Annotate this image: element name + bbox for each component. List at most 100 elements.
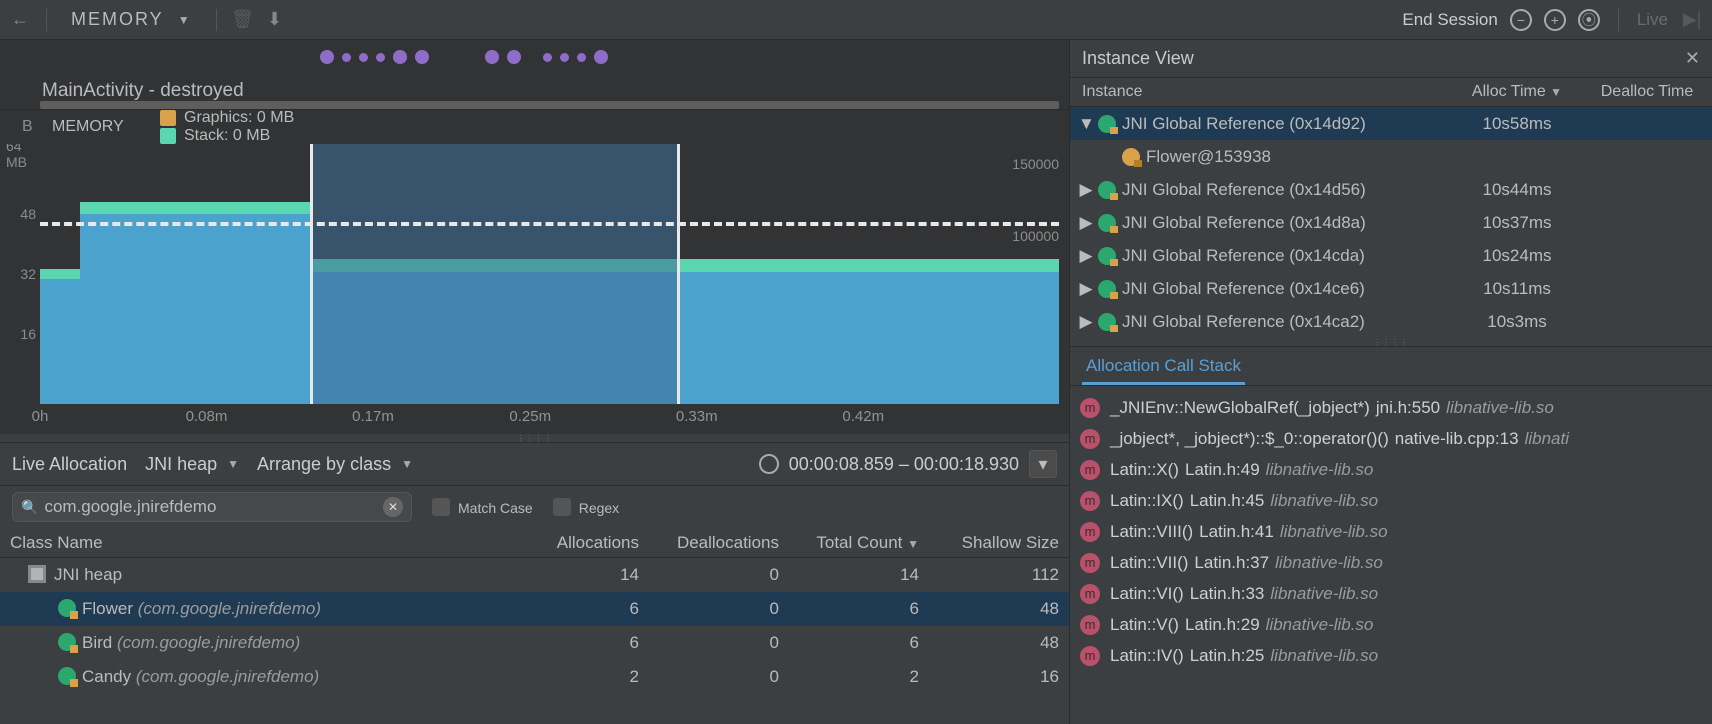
close-panel-button[interactable]: ✕ xyxy=(1685,48,1700,69)
class-icon xyxy=(1098,313,1116,331)
x-tick: 0.08m xyxy=(186,408,228,425)
class-icon xyxy=(1098,115,1116,133)
clock-icon xyxy=(759,454,779,474)
table-row[interactable]: Bird (com.google.jnirefdemo)60648 xyxy=(0,626,1069,660)
table-row[interactable]: Candy (com.google.jnirefdemo)20216 xyxy=(0,660,1069,694)
class-icon xyxy=(1098,280,1116,298)
expand-toggle[interactable]: ▶ xyxy=(1078,246,1094,266)
zoom-in-button[interactable]: + xyxy=(1544,9,1566,31)
regex-checkbox[interactable]: Regex xyxy=(553,498,619,516)
method-icon: m xyxy=(1080,646,1100,666)
sort-desc-icon: ▼ xyxy=(907,537,919,551)
column-alloc-time[interactable]: Alloc Time ▼ xyxy=(1452,83,1582,101)
stack-frame[interactable]: m_JNIEnv::NewGlobalRef(_jobject*)jni.h:5… xyxy=(1070,392,1712,423)
legend-item: Stack: 0 MB xyxy=(160,127,294,145)
column-dealloc-time[interactable]: Dealloc Time xyxy=(1582,83,1712,101)
unit-b-label: B xyxy=(22,118,32,136)
expand-toggle[interactable]: ▶ xyxy=(1078,279,1094,299)
chevron-down-icon: ▼ xyxy=(227,457,239,471)
horizontal-splitter[interactable]: ⋮⋮⋮⋮ xyxy=(1070,338,1712,346)
chevron-down-icon: ▼ xyxy=(401,457,413,471)
reset-zoom-button[interactable]: ⦿ xyxy=(1578,9,1600,31)
stack-frame[interactable]: mLatin::VIII()Latin.h:41libnative-lib.so xyxy=(1070,516,1712,547)
class-icon xyxy=(58,633,76,651)
column-class-name[interactable]: Class Name xyxy=(0,533,509,553)
y-tick-left: 32 xyxy=(20,266,36,282)
stack-frame[interactable]: mLatin::VI()Latin.h:33libnative-lib.so xyxy=(1070,578,1712,609)
instance-row[interactable]: ▶JNI Global Reference (0x14d56)10s44ms xyxy=(1070,173,1712,206)
export-icon[interactable]: ⬇ xyxy=(263,9,287,30)
trash-icon[interactable]: 🗑 xyxy=(231,9,255,30)
clear-search-button[interactable]: ✕ xyxy=(383,497,403,517)
arrange-label: Arrange by class xyxy=(257,454,391,475)
time-range-value: 00:00:08.859 – 00:00:18.930 xyxy=(789,454,1019,475)
column-allocations[interactable]: Allocations xyxy=(509,533,649,553)
method-icon: m xyxy=(1080,522,1100,542)
class-icon xyxy=(58,599,76,617)
timeline-scrollbar[interactable] xyxy=(40,101,1059,109)
x-tick: 0h xyxy=(32,408,49,425)
match-case-checkbox[interactable]: Match Case xyxy=(432,498,533,516)
event-markers xyxy=(320,50,608,64)
objects-dashed-line xyxy=(40,222,1059,226)
x-tick: 0.17m xyxy=(352,408,394,425)
stack-frame[interactable]: mLatin::X()Latin.h:49libnative-lib.so xyxy=(1070,454,1712,485)
stack-frame[interactable]: m_jobject*, _jobject*)::$_0::operator()(… xyxy=(1070,423,1712,454)
folder-icon xyxy=(28,565,46,583)
search-input[interactable]: 🔍 ✕ xyxy=(12,492,412,522)
zoom-out-button[interactable]: − xyxy=(1510,9,1532,31)
column-total-count[interactable]: Total Count ▼ xyxy=(789,533,929,553)
live-label: Live xyxy=(1637,10,1668,30)
back-icon[interactable]: ← xyxy=(8,9,32,30)
filter-button[interactable]: ▾ xyxy=(1029,450,1057,478)
search-field[interactable] xyxy=(44,497,377,517)
stack-frame[interactable]: mLatin::IX()Latin.h:45libnative-lib.so xyxy=(1070,485,1712,516)
table-group-row[interactable]: JNI heap 14 0 14 112 xyxy=(0,558,1069,592)
time-selection[interactable] xyxy=(310,144,680,404)
instance-child-row[interactable]: Flower@153938 xyxy=(1070,140,1712,173)
allocation-mode-label: Live Allocation xyxy=(12,454,127,475)
class-icon xyxy=(58,667,76,685)
y-tick-left: 64 MB xyxy=(6,144,36,170)
table-row[interactable]: Flower (com.google.jnirefdemo)60648 xyxy=(0,592,1069,626)
expand-toggle[interactable]: ▶ xyxy=(1078,180,1094,200)
class-icon xyxy=(1098,214,1116,232)
method-icon: m xyxy=(1080,398,1100,418)
instance-row[interactable]: ▼JNI Global Reference (0x14d92)10s58ms xyxy=(1070,107,1712,140)
instance-row[interactable]: ▶JNI Global Reference (0x14ce6)10s11ms xyxy=(1070,272,1712,305)
heap-dropdown[interactable]: JNI heap ▼ xyxy=(145,454,239,475)
stack-frame[interactable]: mLatin::IV()Latin.h:25libnative-lib.so xyxy=(1070,640,1712,671)
y-tick-left: 48 xyxy=(20,206,36,222)
y-tick-left: 16 xyxy=(20,326,36,342)
instance-row[interactable]: ▶JNI Global Reference (0x14cda)10s24ms xyxy=(1070,239,1712,272)
sort-desc-icon: ▼ xyxy=(1550,85,1562,99)
go-live-icon[interactable]: ▶| xyxy=(1680,9,1704,30)
method-icon: m xyxy=(1080,460,1100,480)
allocation-mode-dropdown[interactable]: Live Allocation xyxy=(12,454,127,475)
expand-toggle[interactable]: ▼ xyxy=(1078,114,1094,134)
tab-allocation-call-stack[interactable]: Allocation Call Stack xyxy=(1082,350,1245,385)
instance-row[interactable]: ▶JNI Global Reference (0x14d8a)10s37ms xyxy=(1070,206,1712,239)
stack-frame[interactable]: mLatin::V()Latin.h:29libnative-lib.so xyxy=(1070,609,1712,640)
column-shallow-size[interactable]: Shallow Size xyxy=(929,533,1069,553)
chevron-down-icon: ▼ xyxy=(178,13,192,27)
method-icon: m xyxy=(1080,491,1100,511)
memory-chart[interactable]: 64 MB 48 32 16 150000 100000 50000 xyxy=(0,144,1069,434)
expand-toggle[interactable]: ▶ xyxy=(1078,213,1094,233)
method-icon: m xyxy=(1080,584,1100,604)
legend-item: Graphics: 0 MB xyxy=(160,109,294,127)
stack-frame[interactable]: mLatin::VII()Latin.h:37libnative-lib.so xyxy=(1070,547,1712,578)
classes-table: Class Name Allocations Deallocations Tot… xyxy=(0,528,1069,724)
memory-axis-title: MEMORY xyxy=(52,118,140,136)
profiler-section-label: MEMORY xyxy=(71,9,164,30)
method-icon: m xyxy=(1080,615,1100,635)
end-session-button[interactable]: End Session xyxy=(1402,10,1497,30)
class-icon xyxy=(1098,181,1116,199)
column-deallocations[interactable]: Deallocations xyxy=(649,533,789,553)
instance-row[interactable]: ▶JNI Global Reference (0x14ca2)10s3ms xyxy=(1070,305,1712,338)
column-instance[interactable]: Instance xyxy=(1070,83,1452,101)
arrange-dropdown[interactable]: Arrange by class ▼ xyxy=(257,454,413,475)
profiler-dropdown[interactable]: MEMORY ▼ xyxy=(61,9,202,30)
expand-toggle[interactable]: ▶ xyxy=(1078,312,1094,332)
horizontal-splitter[interactable]: ⋮⋮⋮⋮ xyxy=(0,434,1069,442)
